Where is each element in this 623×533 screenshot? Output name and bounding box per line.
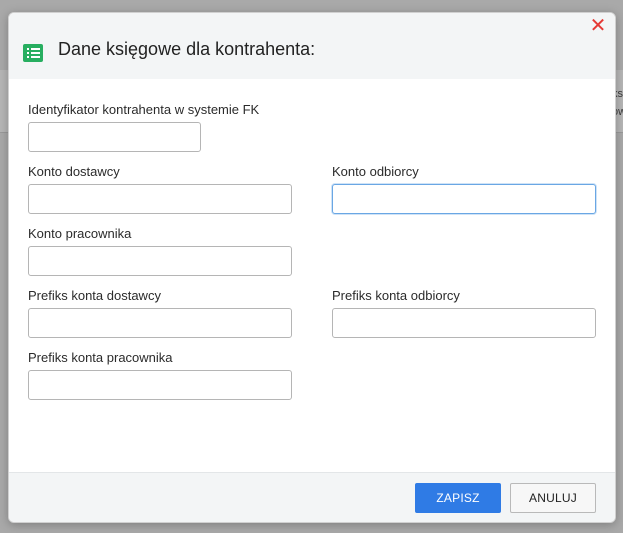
accounting-data-dialog: Dane księgowe dla kontrahenta: ✕ Identyf…: [8, 12, 616, 523]
dialog-header: Dane księgowe dla kontrahenta: ✕: [9, 13, 615, 79]
supplier-account-label: Konto dostawcy: [28, 164, 120, 179]
customer-account-input[interactable]: [332, 184, 596, 214]
employee-prefix-input[interactable]: [28, 370, 292, 400]
fk-id-input[interactable]: [28, 122, 201, 152]
employee-account-input[interactable]: [28, 246, 292, 276]
cancel-button[interactable]: ANULUJ: [510, 483, 596, 513]
save-button[interactable]: ZAPISZ: [415, 483, 501, 513]
customer-prefix-label: Prefiks konta odbiorcy: [332, 288, 460, 303]
supplier-prefix-label: Prefiks konta dostawcy: [28, 288, 161, 303]
supplier-prefix-input[interactable]: [28, 308, 292, 338]
employee-prefix-label: Prefiks konta pracownika: [28, 350, 173, 365]
dialog-title: Dane księgowe dla kontrahenta:: [58, 39, 316, 59]
list-icon: [23, 44, 43, 62]
customer-account-label: Konto odbiorcy: [332, 164, 419, 179]
dialog-footer: ZAPISZ ANULUJ: [9, 472, 615, 522]
customer-prefix-input[interactable]: [332, 308, 596, 338]
employee-account-label: Konto pracownika: [28, 226, 132, 241]
close-icon[interactable]: ✕: [589, 16, 607, 36]
fk-id-label: Identyfikator kontrahenta w systemie FK: [28, 102, 260, 117]
supplier-account-input[interactable]: [28, 184, 292, 214]
